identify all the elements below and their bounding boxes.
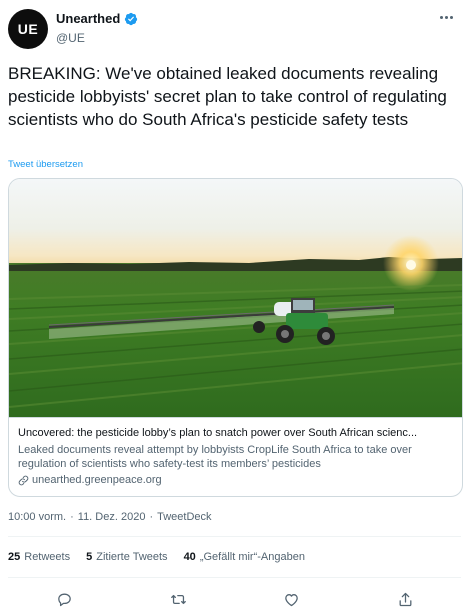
author-block: Unearthed @UE bbox=[56, 11, 138, 45]
card-domain: unearthed.greenpeace.org bbox=[18, 473, 455, 487]
quotes-stat[interactable]: 5 Zitierte Tweets bbox=[86, 551, 167, 563]
tweet-source[interactable]: TweetDeck bbox=[157, 511, 211, 523]
retweets-label: Retweets bbox=[24, 551, 71, 563]
retweets-count: 25 bbox=[8, 551, 21, 563]
likes-count: 40 bbox=[183, 551, 196, 563]
avatar[interactable]: UE bbox=[8, 9, 48, 49]
reply-icon[interactable] bbox=[53, 588, 75, 610]
likes-label: „Gefällt mir“-Angaben bbox=[199, 551, 305, 563]
avatar-text: UE bbox=[17, 21, 39, 37]
link-card[interactable]: Uncovered: the pesticide lobby’s plan to… bbox=[8, 178, 463, 497]
tweet-actions bbox=[0, 588, 469, 610]
tractor-spraying-field-photo bbox=[9, 179, 462, 417]
divider bbox=[8, 577, 461, 578]
likes-stat[interactable]: 40 „Gefällt mir“-Angaben bbox=[184, 551, 305, 563]
author-name-row: Unearthed bbox=[56, 11, 138, 26]
divider bbox=[8, 536, 461, 537]
verified-badge-icon bbox=[125, 12, 138, 25]
card-body: Uncovered: the pesticide lobby’s plan to… bbox=[9, 417, 462, 496]
author-handle[interactable]: @UE bbox=[56, 31, 138, 45]
author-name[interactable]: Unearthed bbox=[56, 11, 120, 26]
card-domain-text: unearthed.greenpeace.org bbox=[32, 474, 162, 486]
retweet-icon[interactable] bbox=[167, 588, 189, 610]
card-description: Leaked documents reveal attempt by lobby… bbox=[18, 444, 412, 470]
card-title: Uncovered: the pesticide lobby’s plan to… bbox=[18, 427, 418, 439]
retweets-stat[interactable]: 25 Retweets bbox=[8, 551, 70, 563]
translate-tweet-link[interactable]: Tweet übersetzen bbox=[8, 159, 83, 170]
link-icon bbox=[18, 475, 29, 485]
tweet-date[interactable]: 11. Dez. 2020 bbox=[78, 511, 146, 523]
tweet-stats: 25 Retweets 5 Zitierte Tweets 40 „Gefäll… bbox=[8, 551, 321, 563]
meta-separator: · bbox=[149, 511, 154, 523]
share-icon[interactable] bbox=[394, 588, 416, 610]
quotes-label: Zitierte Tweets bbox=[96, 551, 168, 563]
tweet-text: BREAKING: We've obtained leaked document… bbox=[8, 64, 447, 129]
tweet-meta: 10:00 vorm. · 11. Dez. 2020 · TweetDeck bbox=[8, 511, 212, 523]
meta-separator: · bbox=[70, 511, 74, 523]
quotes-count: 5 bbox=[86, 551, 93, 563]
tweet-time[interactable]: 10:00 vorm. bbox=[8, 511, 66, 523]
more-options-icon[interactable] bbox=[437, 12, 455, 22]
like-icon[interactable] bbox=[280, 588, 302, 610]
tweet: UE Unearthed @UE BREAKING: We've obtaine… bbox=[0, 0, 469, 613]
